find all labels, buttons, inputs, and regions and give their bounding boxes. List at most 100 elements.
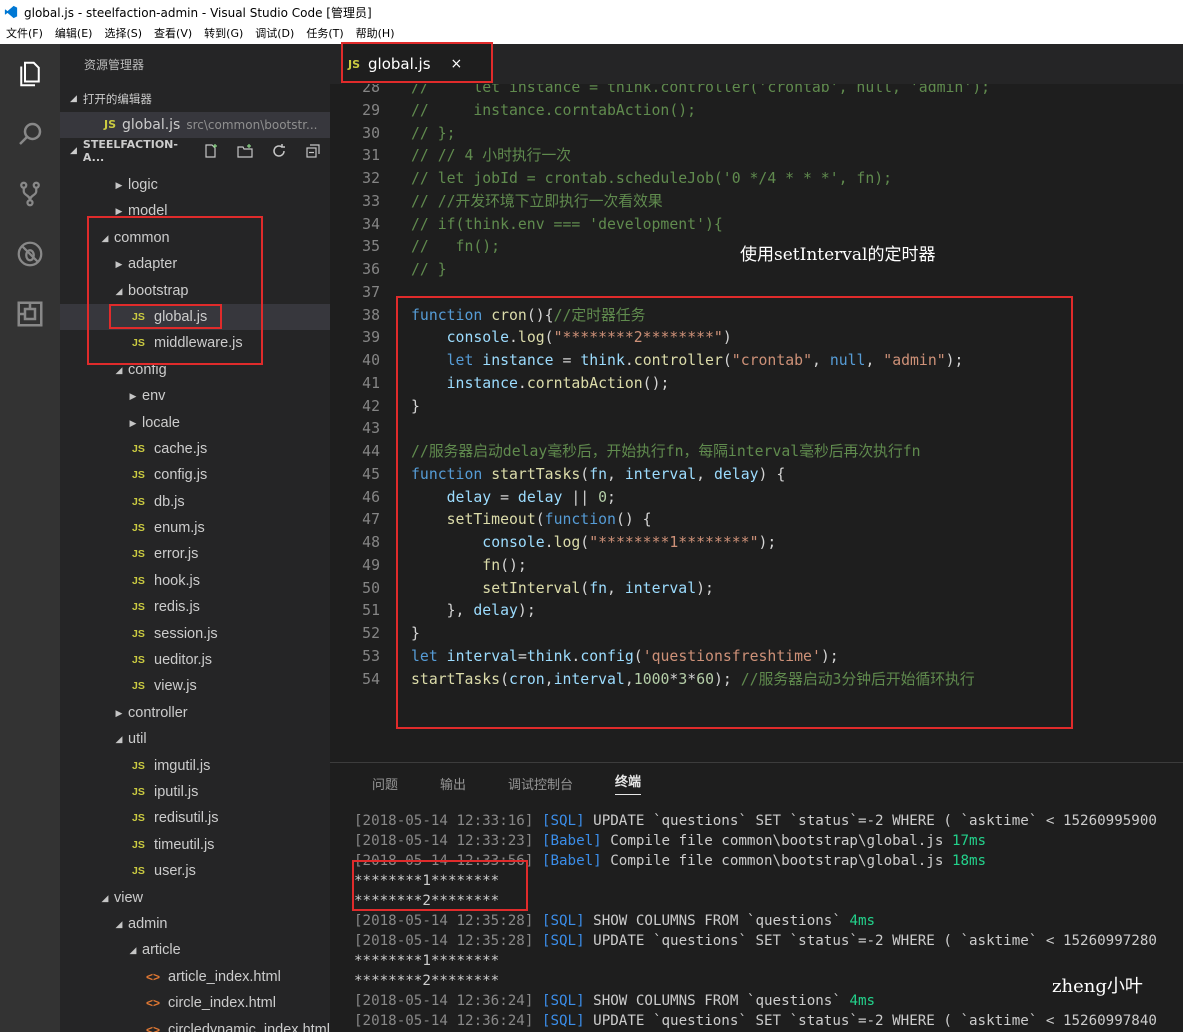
line-content: let instance = think.controller("crontab… bbox=[446, 352, 964, 369]
line-content: // if(think.env === 'development'){ bbox=[411, 215, 723, 233]
line-number: 30 bbox=[362, 124, 380, 142]
tree-item[interactable]: JS redisutil.js bbox=[60, 805, 330, 831]
tree-item-label: error.js bbox=[154, 546, 199, 563]
menu-item[interactable]: 调试(D) bbox=[249, 24, 300, 44]
terminal-output[interactable]: [2018-05-14 12:33:16] [SQL] UPDATE `ques… bbox=[354, 811, 1157, 1031]
tree-item[interactable]: JS timeutil.js bbox=[60, 832, 330, 858]
tree-item[interactable]: ◢ common bbox=[60, 225, 330, 251]
line-number: 40 bbox=[362, 352, 380, 369]
line-content: setTimeout(function() { bbox=[446, 511, 652, 529]
js-file-icon: JS bbox=[132, 337, 145, 350]
js-file-icon: JS bbox=[132, 627, 145, 640]
chevron-down-icon: ◢ bbox=[115, 285, 123, 296]
tree-item[interactable]: ◢ config bbox=[60, 357, 330, 383]
tree-item[interactable]: JS user.js bbox=[60, 858, 330, 884]
panel-tab[interactable]: 输出 bbox=[440, 774, 466, 793]
search-icon[interactable] bbox=[0, 104, 60, 164]
chevron-down-icon: ◢ bbox=[101, 892, 109, 903]
tree-item[interactable]: JS view.js bbox=[60, 673, 330, 699]
panel-tab[interactable]: 终端 bbox=[615, 771, 642, 795]
panel-tab[interactable]: 调试控制台 bbox=[508, 774, 573, 793]
extensions-icon[interactable] bbox=[0, 284, 60, 344]
new-folder-icon[interactable] bbox=[228, 143, 262, 159]
open-editor-name: global.js bbox=[122, 117, 181, 133]
code-line: 43 bbox=[330, 418, 1183, 441]
js-file-icon: JS bbox=[132, 522, 145, 535]
tree-item[interactable]: ◢ view bbox=[60, 885, 330, 911]
tree-item[interactable]: ▶ adapter bbox=[60, 251, 330, 277]
tree-item[interactable]: <> circle_index.html bbox=[60, 990, 330, 1016]
terminal-line: [2018-05-14 12:36:24] [SQL] UPDATE `ques… bbox=[354, 1013, 1157, 1029]
open-editors-header[interactable]: ◢ 打开的编辑器 bbox=[60, 86, 330, 112]
tree-item[interactable]: JS hook.js bbox=[60, 568, 330, 594]
panel-tab[interactable]: 问题 bbox=[372, 774, 398, 793]
code-view[interactable]: 28// let instance = think.controller('cr… bbox=[330, 77, 1183, 691]
open-editor-item[interactable]: JS global.js src\common\bootstr... bbox=[60, 112, 330, 138]
tree-item[interactable]: JS error.js bbox=[60, 541, 330, 567]
chevron-right-icon: ▶ bbox=[115, 259, 123, 270]
tree-item[interactable]: JS imgutil.js bbox=[60, 753, 330, 779]
tree-item[interactable]: <> circledynamic_index.html bbox=[60, 1017, 330, 1032]
tree-item[interactable]: JS session.js bbox=[60, 621, 330, 647]
explorer-icon[interactable] bbox=[0, 44, 60, 104]
js-file-icon: JS bbox=[348, 57, 361, 71]
code-line: 33 // //开发环境下立即执行一次看效果 bbox=[330, 191, 1183, 214]
tree-item-label: middleware.js bbox=[154, 335, 243, 352]
tree-item[interactable]: ▶ logic bbox=[60, 172, 330, 198]
line-content bbox=[380, 418, 411, 441]
tree-item-label: locale bbox=[142, 414, 180, 431]
tree-item[interactable]: ▶ locale bbox=[60, 410, 330, 436]
line-number: 43 bbox=[362, 420, 380, 438]
code-line: 44 //服务器启动delay毫秒后，开始执行fn，每隔interval毫秒后再次… bbox=[330, 441, 1183, 464]
line-content: // }; bbox=[411, 124, 456, 142]
tree-item[interactable]: JS db.js bbox=[60, 489, 330, 515]
menu-bar: 文件(F) 编辑(E) 选择(S) 查看(V) 转到(G) 调试(D) 任务(T) 帮助(H) bbox=[0, 24, 1183, 44]
collapse-all-icon[interactable] bbox=[296, 143, 330, 159]
refresh-icon[interactable] bbox=[262, 143, 296, 159]
line-number: 35 bbox=[362, 238, 380, 256]
line-number: 48 bbox=[362, 534, 380, 551]
tree-item[interactable]: ◢ article bbox=[60, 937, 330, 963]
chevron-down-icon: ◢ bbox=[129, 945, 137, 956]
menu-item[interactable]: 任务(T) bbox=[300, 24, 349, 44]
tree-item[interactable]: JS middleware.js bbox=[60, 330, 330, 356]
tree-item[interactable]: JS cache.js bbox=[60, 436, 330, 462]
js-file-icon: JS bbox=[132, 785, 145, 798]
chevron-right-icon: ▶ bbox=[129, 417, 137, 428]
line-number: 39 bbox=[362, 329, 380, 347]
tree-item-label: bootstrap bbox=[128, 282, 189, 299]
debug-icon[interactable] bbox=[0, 224, 60, 284]
chevron-down-icon: ◢ bbox=[115, 734, 123, 745]
open-editor-path: src\common\bootstr... bbox=[186, 118, 318, 132]
close-icon[interactable]: × bbox=[451, 56, 463, 72]
menu-item[interactable]: 文件(F) bbox=[0, 24, 49, 44]
tab-global-js[interactable]: JS global.js × bbox=[342, 44, 492, 84]
tree-item[interactable]: ▶ env bbox=[60, 383, 330, 409]
tree-item[interactable]: ▶ controller bbox=[60, 700, 330, 726]
tree-item[interactable]: JS iputil.js bbox=[60, 779, 330, 805]
menu-item[interactable]: 转到(G) bbox=[198, 24, 249, 44]
line-number: 46 bbox=[362, 488, 380, 506]
menu-item[interactable]: 选择(S) bbox=[98, 24, 148, 44]
menu-item[interactable]: 帮助(H) bbox=[350, 24, 401, 44]
code-line: 37 bbox=[330, 282, 1183, 305]
tree-item[interactable]: JS global.js bbox=[60, 303, 330, 331]
tree-item-label: util bbox=[128, 731, 147, 748]
menu-item[interactable]: 编辑(E) bbox=[49, 24, 99, 44]
project-header[interactable]: ◢ STEELFACTION-A... bbox=[60, 138, 330, 164]
line-content: delay = delay || 0; bbox=[446, 488, 616, 506]
line-content: } bbox=[411, 625, 420, 642]
tree-item[interactable]: JS config.js bbox=[60, 462, 330, 488]
menu-item[interactable]: 查看(V) bbox=[148, 24, 198, 44]
tree-item[interactable]: JS enum.js bbox=[60, 515, 330, 541]
new-file-icon[interactable] bbox=[194, 143, 228, 159]
tree-item[interactable]: ◢ util bbox=[60, 726, 330, 752]
tree-item[interactable]: ◢ admin bbox=[60, 911, 330, 937]
tree-item[interactable]: ▶ model bbox=[60, 198, 330, 224]
tree-item[interactable]: <> article_index.html bbox=[60, 964, 330, 990]
tree-item[interactable]: JS ueditor.js bbox=[60, 647, 330, 673]
annotation-text: 使用setInterval的定时器 bbox=[740, 245, 936, 265]
source-control-icon[interactable] bbox=[0, 164, 60, 224]
tree-item[interactable]: ◢ bootstrap bbox=[60, 278, 330, 304]
tree-item[interactable]: JS redis.js bbox=[60, 594, 330, 620]
